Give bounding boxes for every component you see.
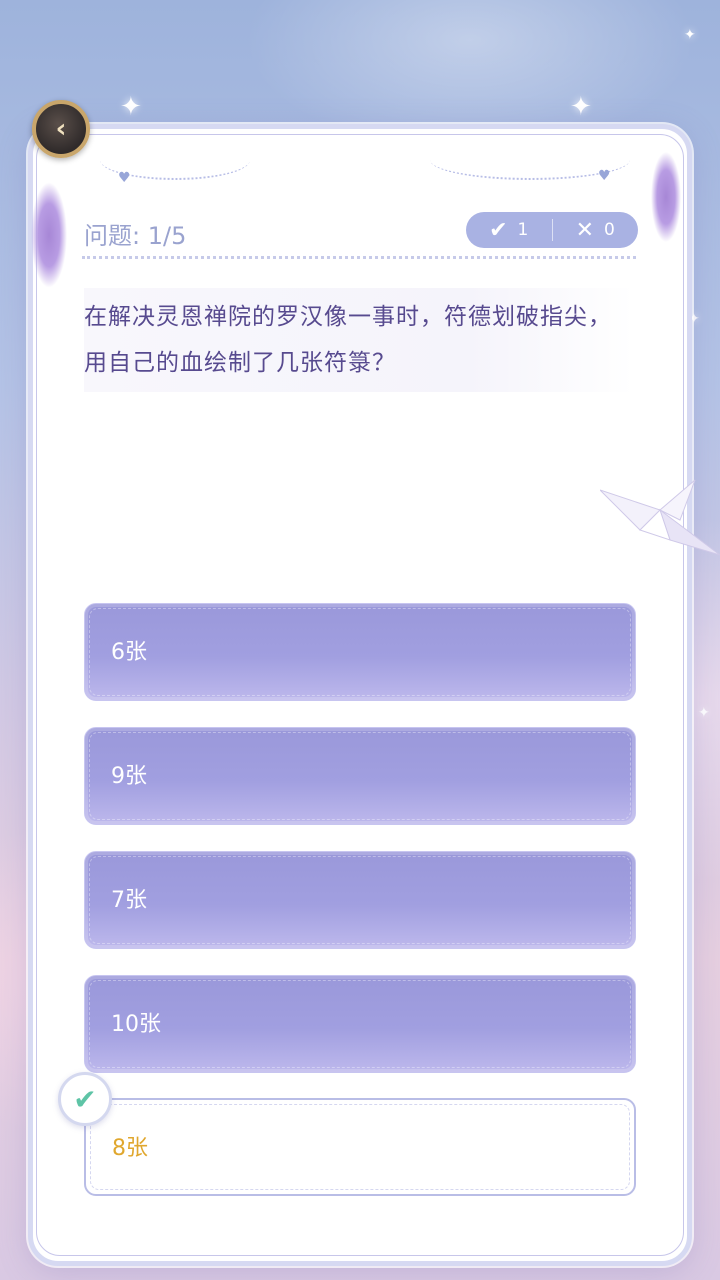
sparkle-icon: ✦ [684, 27, 696, 43]
option-label: 6张 [111, 640, 147, 665]
correct-count: 1 [517, 220, 529, 240]
wisteria-decoration [636, 132, 696, 282]
option-button[interactable]: 9张 [84, 727, 636, 825]
header-divider [82, 256, 636, 259]
option-label: 7张 [111, 888, 147, 913]
wrong-count: 0 [604, 220, 615, 240]
back-arrow-emblem-icon: ‹ [55, 114, 67, 144]
option-button[interactable]: 6张 [84, 603, 636, 701]
option-button[interactable]: 10张 [84, 975, 636, 1073]
option-button-correct[interactable]: 8张 [84, 1098, 636, 1196]
heart-icon: ♥ [118, 170, 131, 186]
check-icon: ✔ [489, 217, 508, 243]
correct-answer-check-icon: ✔ [58, 1072, 112, 1126]
sparkle-icon: ✦ [570, 92, 592, 122]
back-badge-button[interactable]: ‹ [32, 100, 90, 158]
cross-icon: ✕ [575, 217, 595, 243]
sparkle-icon: ✦ [120, 92, 142, 122]
option-label: 10张 [111, 1012, 161, 1037]
sparkle-icon: ✦ [698, 705, 710, 721]
question-progress: 问题: 1/5 [84, 222, 187, 250]
paper-crane-decoration [600, 479, 720, 556]
question-text: 在解决灵恩禅院的罗汉像一事时，符德划破指尖，用自己的血绘制了几张符箓？ [84, 304, 612, 376]
option-button[interactable]: 7张 [84, 851, 636, 949]
wrong-score: ✕ 0 [553, 212, 639, 248]
option-label: 8张 [112, 1136, 148, 1161]
wisteria-decoration [14, 140, 84, 330]
heart-icon: ♥ [598, 168, 611, 184]
correct-score: ✔ 1 [466, 212, 552, 248]
option-label: 9张 [111, 764, 147, 789]
score-indicator: ✔ 1 ✕ 0 [466, 212, 638, 248]
